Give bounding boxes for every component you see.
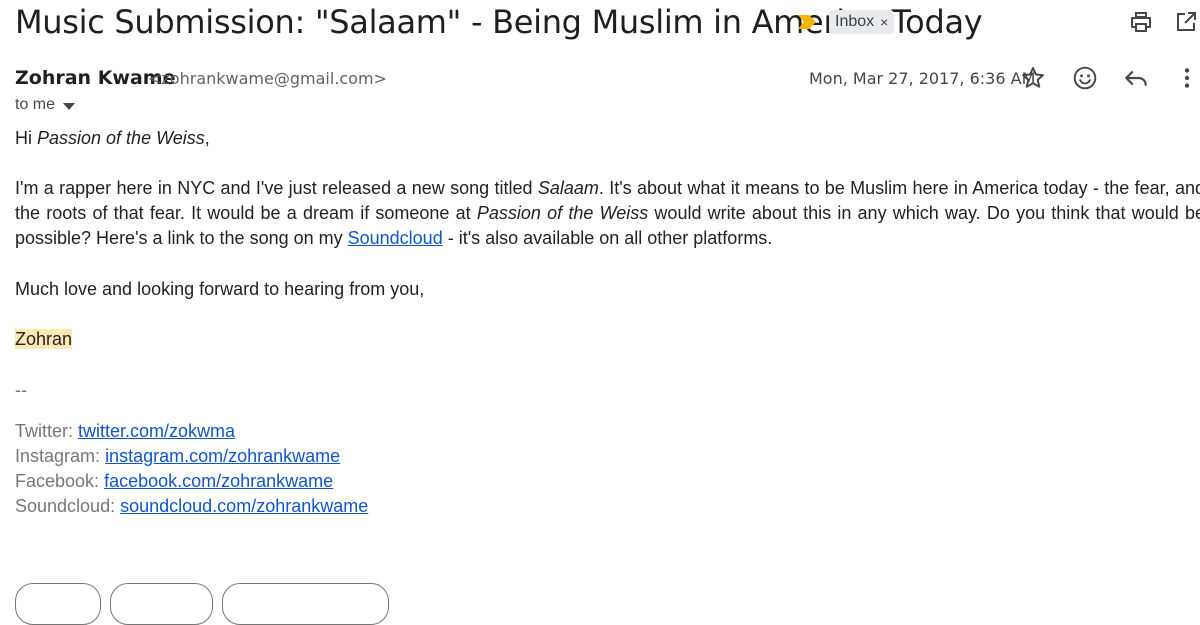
- reply-button[interactable]: [15, 583, 101, 625]
- remove-label-close-icon[interactable]: ×: [880, 10, 888, 34]
- signoff-line: Zohran: [15, 327, 1200, 352]
- instagram-link[interactable]: instagram.com/zohrankwame: [105, 446, 340, 466]
- inbox-label-chip[interactable]: Inbox ×: [829, 10, 895, 34]
- recipient-text: to me: [15, 96, 56, 113]
- emoji-reaction-icon[interactable]: [1071, 64, 1099, 92]
- recipient-details-toggle[interactable]: to me: [15, 94, 76, 116]
- reply-all-button[interactable]: [222, 583, 389, 625]
- twitter-link[interactable]: twitter.com/zokwma: [78, 421, 235, 441]
- importance-marker-icon[interactable]: [797, 14, 817, 30]
- signoff-name: Zohran: [15, 329, 73, 349]
- star-icon[interactable]: [1019, 64, 1047, 92]
- signature-instagram: Instagram: instagram.com/zohrankwame: [15, 446, 341, 466]
- closing-line: Much love and looking forward to hearing…: [15, 279, 425, 299]
- sender-email: <zohrankwame@gmail.com>: [148, 69, 387, 88]
- forward-button[interactable]: [110, 583, 213, 625]
- chevron-down-icon: [63, 102, 76, 110]
- more-vert-icon[interactable]: [1173, 64, 1200, 92]
- greeting-name: Passion of the Weiss: [37, 128, 205, 148]
- signature-soundcloud: Soundcloud: soundcloud.com/zohrankwame: [15, 496, 369, 516]
- reply-icon[interactable]: [1122, 64, 1150, 92]
- soundcloud-link[interactable]: Soundcloud: [348, 228, 443, 248]
- blog-name: Passion of the Weiss: [476, 203, 649, 223]
- email-date: Mon, Mar 27, 2017, 6:36 AM: [809, 69, 1036, 88]
- signature-twitter: Twitter: twitter.com/zokwma: [15, 421, 236, 441]
- print-icon[interactable]: [1127, 8, 1155, 36]
- soundcloud-profile-link[interactable]: soundcloud.com/zohrankwame: [120, 496, 368, 516]
- signature-separator: --: [15, 380, 27, 400]
- greeting: Hi Passion of the Weiss,: [15, 128, 210, 148]
- inbox-label-text: Inbox: [835, 13, 875, 30]
- open-in-new-window-icon[interactable]: [1172, 8, 1200, 36]
- signature-facebook: Facebook: facebook.com/zohrankwame: [15, 471, 334, 491]
- facebook-link[interactable]: facebook.com/zohrankwame: [104, 471, 333, 491]
- body-paragraph: I'm a rapper here in NYC and I've just r…: [15, 178, 1200, 248]
- song-title: Salaam: [537, 178, 599, 198]
